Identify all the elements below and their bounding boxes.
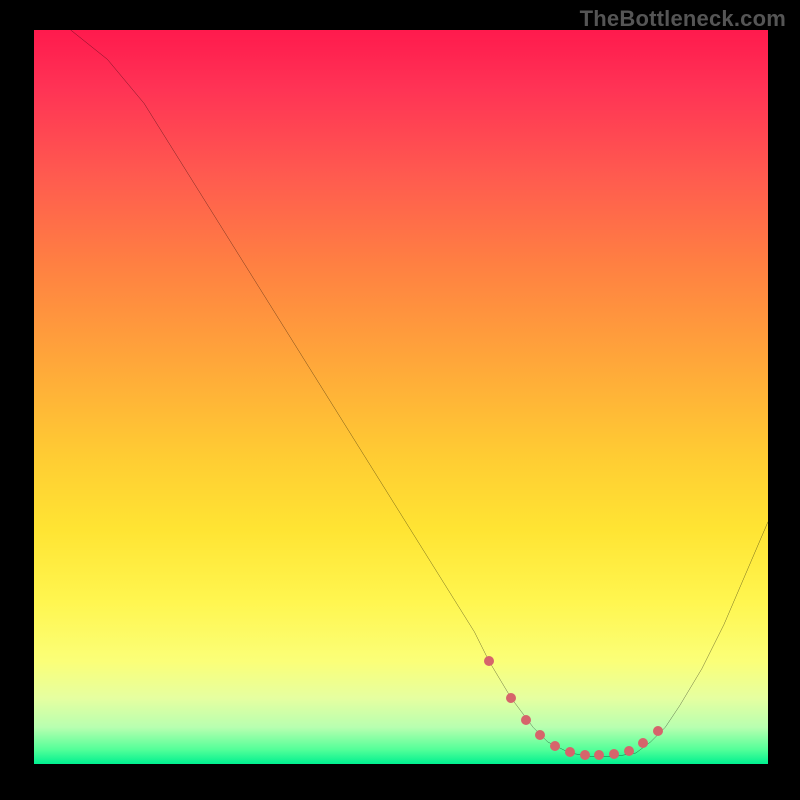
optimal-marker [506,693,516,703]
curve-svg [34,30,768,764]
optimal-marker [638,738,648,748]
optimal-marker [521,715,531,725]
optimal-marker [550,741,560,751]
optimal-marker [609,749,619,759]
optimal-marker [484,656,494,666]
optimal-marker [653,726,663,736]
optimal-marker [580,750,590,760]
optimal-marker [594,750,604,760]
optimal-marker [624,746,634,756]
optimal-marker [565,747,575,757]
optimal-marker [535,730,545,740]
bottleneck-curve [71,30,768,757]
watermark-text: TheBottleneck.com [580,6,786,32]
chart-plot-area [34,30,768,764]
